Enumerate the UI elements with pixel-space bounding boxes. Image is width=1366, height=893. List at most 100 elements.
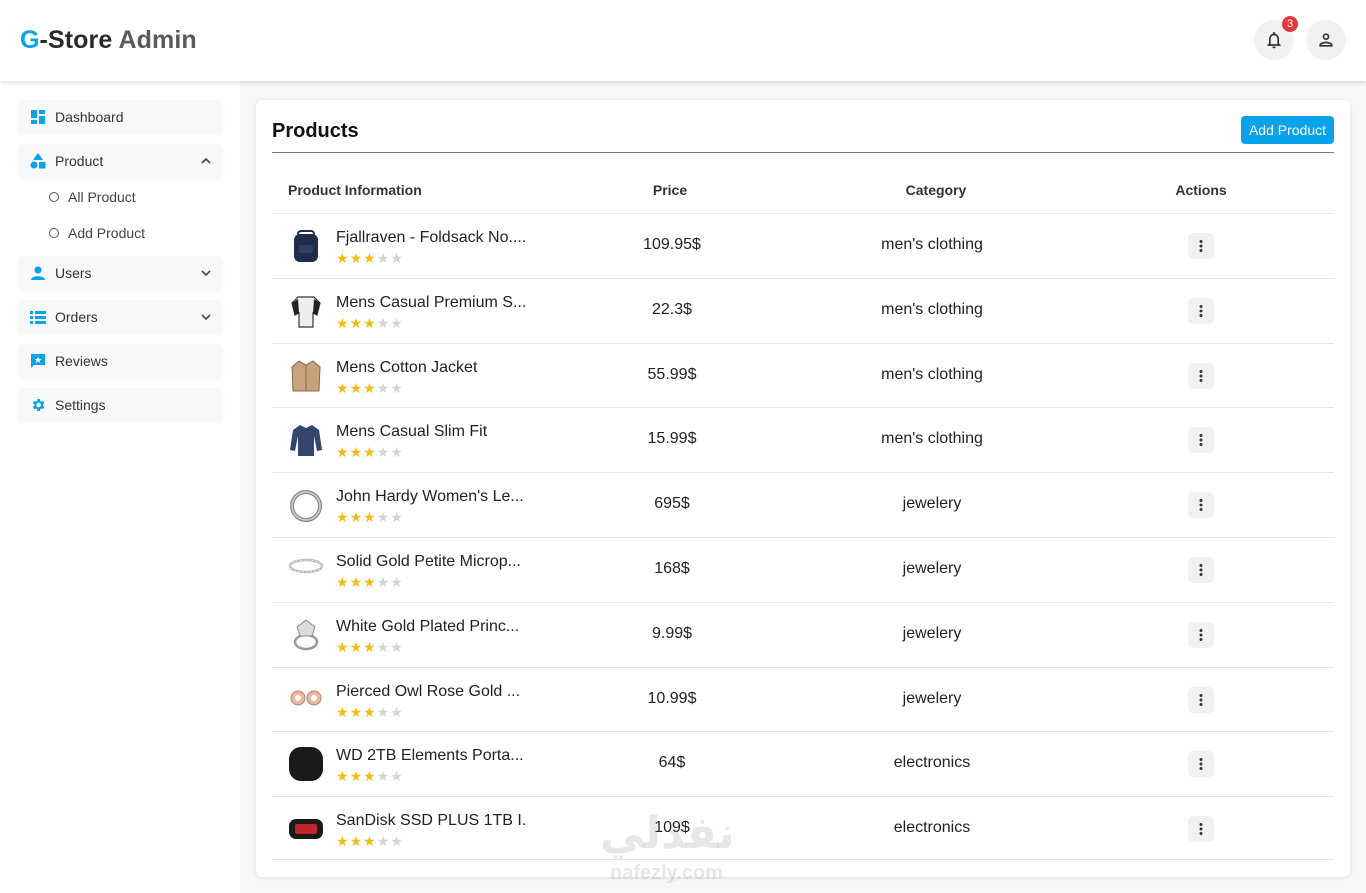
row-actions-button[interactable] bbox=[1188, 557, 1214, 583]
table-row[interactable]: Pierced Owl Rose Gold ... ★★★★★ 10.99$ jewe… bbox=[272, 666, 1334, 732]
table-row[interactable]: John Hardy Women's Le... ★★★★★ 695$ jeweler… bbox=[272, 472, 1334, 537]
product-rating: ★★★★★ bbox=[336, 250, 404, 267]
sidebar-subitem-add-product[interactable]: Add Product bbox=[49, 225, 145, 241]
product-price: 22.3$ bbox=[651, 300, 693, 318]
product-price: 109.95$ bbox=[643, 236, 701, 253]
star-icon: ★ bbox=[376, 314, 391, 331]
circle-icon bbox=[49, 228, 59, 238]
product-name[interactable]: Mens Cotton Jacket bbox=[336, 359, 526, 377]
star-icon: ★ bbox=[336, 444, 350, 461]
product-price: 10.99$ bbox=[647, 689, 697, 707]
column-header-actions: Actions bbox=[1175, 182, 1227, 198]
table-row[interactable]: Mens Cotton Jacket ★★★★★ 55.99$ men's cloth… bbox=[272, 342, 1334, 408]
star-icon: ★ bbox=[363, 444, 377, 461]
product-name[interactable]: Mens Casual Premium S... bbox=[336, 294, 526, 312]
star-icon: ★ bbox=[349, 314, 364, 331]
sidebar-item-label: Orders bbox=[55, 309, 98, 325]
sidebar-item-reviews[interactable]: Reviews bbox=[18, 344, 223, 378]
more-vertical-icon bbox=[1199, 499, 1203, 512]
row-actions-button[interactable] bbox=[1188, 362, 1214, 389]
table-row[interactable]: Solid Gold Petite Microp... ★★★★★ 168$ jewe… bbox=[272, 537, 1334, 602]
star-icon: ★ bbox=[376, 509, 391, 526]
star-icon: ★ bbox=[336, 250, 350, 266]
star-icon: ★ bbox=[349, 703, 364, 720]
divider bbox=[272, 152, 1334, 153]
product-rating: ★★★★★ bbox=[336, 444, 404, 461]
product-category: jewelery bbox=[902, 495, 962, 513]
row-actions-button[interactable] bbox=[1188, 233, 1214, 259]
row-actions-button[interactable] bbox=[1188, 427, 1214, 454]
app-logo[interactable]: G-Store Admin bbox=[20, 26, 197, 55]
table-row[interactable]: SanDisk SSD PLUS 1TB I... ★★★★★ 109$ electr… bbox=[272, 796, 1334, 861]
product-name[interactable]: WD 2TB Elements Porta... bbox=[336, 747, 526, 765]
profile-button[interactable] bbox=[1306, 20, 1346, 60]
sidebar-item-product[interactable]: Product bbox=[18, 144, 223, 178]
sidebar-item-settings[interactable]: Settings bbox=[18, 388, 223, 422]
star-icon: ★ bbox=[349, 574, 364, 590]
more-vertical-icon bbox=[1199, 628, 1203, 641]
sidebar-item-label: Reviews bbox=[55, 353, 108, 369]
column-header-category[interactable]: Category bbox=[836, 182, 1036, 198]
logo-store: -Store bbox=[39, 26, 113, 54]
product-thumbnail bbox=[288, 228, 324, 264]
table-row[interactable]: White Gold Plated Princ... ★★★★★ 9.99$ jewe… bbox=[272, 601, 1334, 667]
top-bar: G-Store Admin 3 bbox=[0, 0, 1366, 81]
sidebar-subitem-all-product[interactable]: All Product bbox=[49, 189, 136, 205]
row-actions-button[interactable] bbox=[1188, 686, 1214, 713]
star-icon: ★ bbox=[349, 379, 364, 396]
product-name[interactable]: John Hardy Women's Le... bbox=[336, 488, 526, 506]
product-price: 64$ bbox=[658, 754, 686, 772]
product-name[interactable]: Pierced Owl Rose Gold ... bbox=[336, 683, 526, 701]
shapes-icon bbox=[30, 153, 46, 169]
gear-icon bbox=[30, 397, 46, 413]
product-category: jewelery bbox=[902, 624, 962, 642]
row-actions-button[interactable] bbox=[1188, 492, 1214, 519]
product-price: 15.99$ bbox=[647, 430, 697, 448]
product-name[interactable]: Fjallraven - Foldsack No.... bbox=[336, 229, 526, 247]
product-price: 695$ bbox=[654, 495, 690, 513]
product-rating: ★★★★★ bbox=[336, 768, 404, 785]
star-icon: ★ bbox=[390, 574, 404, 590]
column-header-product-information[interactable]: Product Information bbox=[288, 182, 422, 198]
sidebar-item-users[interactable]: Users bbox=[18, 256, 223, 290]
product-price: 9.99$ bbox=[651, 624, 693, 642]
star-icon: ★ bbox=[336, 314, 350, 331]
star-icon: ★ bbox=[390, 768, 404, 785]
star-icon: ★ bbox=[336, 768, 350, 785]
products-card: Products Add Product Product Information… bbox=[256, 100, 1350, 877]
product-name[interactable]: Solid Gold Petite Microp... bbox=[336, 553, 526, 571]
table-row[interactable]: WD 2TB Elements Porta... ★★★★★ 64$ electron… bbox=[272, 731, 1334, 796]
product-name[interactable]: White Gold Plated Princ... bbox=[336, 618, 526, 636]
table-row[interactable]: Fjallraven - Foldsack No.... ★★★★★ 109.95$… bbox=[272, 213, 1334, 278]
star-icon: ★ bbox=[349, 833, 364, 850]
row-actions-button[interactable] bbox=[1188, 621, 1214, 648]
more-vertical-icon bbox=[1199, 823, 1203, 836]
product-thumbnail bbox=[288, 617, 324, 653]
product-name[interactable]: Mens Casual Slim Fit bbox=[336, 423, 526, 441]
star-icon: ★ bbox=[376, 444, 391, 461]
table-row[interactable]: Mens Casual Slim Fit ★★★★★ 15.99$ men's clo… bbox=[272, 407, 1334, 472]
table-bottom-border bbox=[272, 859, 1334, 860]
product-name[interactable]: SanDisk SSD PLUS 1TB I... bbox=[336, 812, 526, 830]
star-icon: ★ bbox=[349, 444, 364, 461]
table-row[interactable]: Mens Casual Premium S... ★★★★★ 22.3$ men's … bbox=[272, 277, 1334, 343]
row-actions-button[interactable] bbox=[1188, 297, 1214, 324]
chevron-up-icon bbox=[201, 157, 211, 164]
star-icon: ★ bbox=[336, 638, 350, 655]
column-header-price[interactable]: Price bbox=[592, 182, 748, 198]
add-product-button[interactable]: Add Product bbox=[1241, 116, 1334, 144]
sidebar-item-dashboard[interactable]: Dashboard bbox=[18, 100, 223, 134]
row-actions-button[interactable] bbox=[1188, 816, 1214, 843]
bell-icon bbox=[1267, 32, 1281, 49]
logo-admin: Admin bbox=[118, 26, 197, 54]
product-thumbnail bbox=[288, 552, 324, 588]
more-vertical-icon bbox=[1199, 693, 1203, 706]
row-actions-button[interactable] bbox=[1188, 751, 1214, 778]
person-icon bbox=[30, 265, 46, 281]
watermark: نفذلي bbox=[600, 809, 735, 858]
star-icon: ★ bbox=[363, 509, 377, 526]
page-title: Products bbox=[272, 120, 359, 142]
star-icon: ★ bbox=[363, 833, 377, 850]
sidebar-item-orders[interactable]: Orders bbox=[18, 300, 223, 334]
product-rating: ★★★★★ bbox=[336, 380, 404, 397]
